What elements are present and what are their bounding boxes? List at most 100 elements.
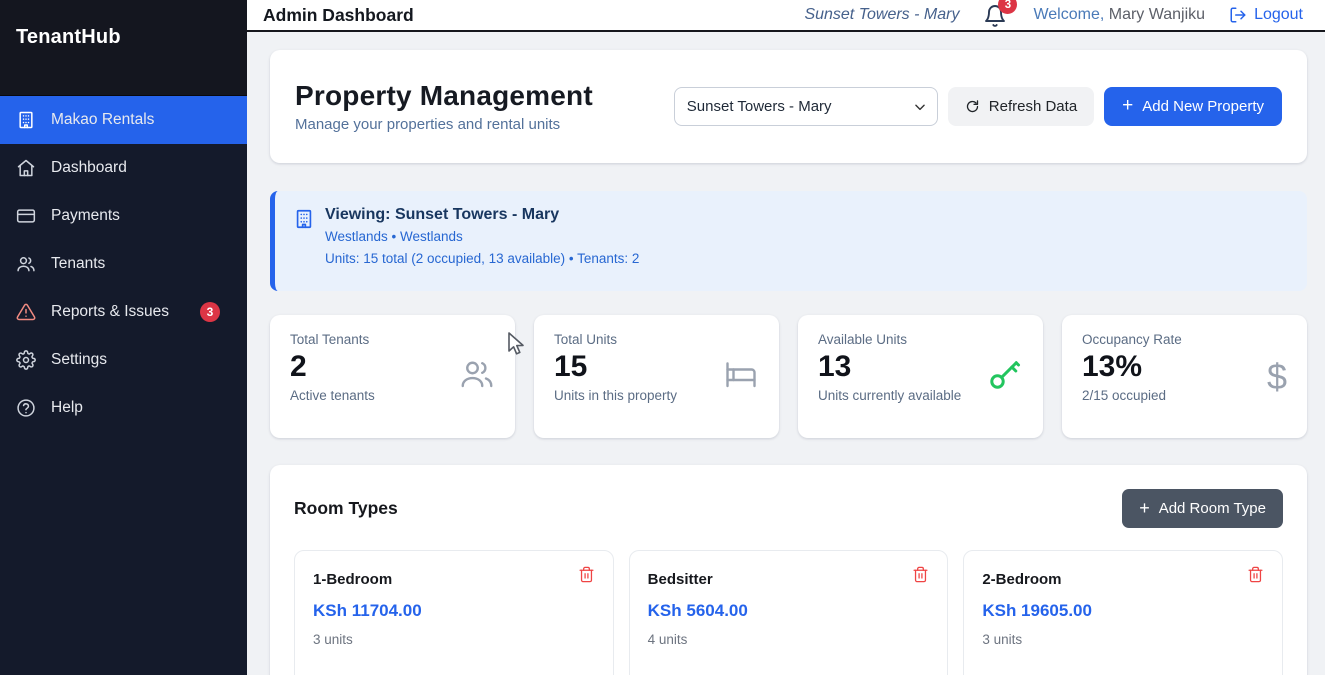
sidebar-item-dashboard[interactable]: Dashboard — [0, 144, 247, 192]
room-type-units: 3 units — [313, 632, 595, 647]
sidebar-item-label: Help — [51, 399, 83, 417]
credit-card-icon — [16, 206, 36, 226]
banner-text-block: Viewing: Sunset Towers - Mary Westlands … — [325, 206, 639, 266]
room-type-card-1-bedroom: 1-Bedroom KSh 11704.00 3 units — [294, 550, 614, 675]
room-type-units: 3 units — [982, 632, 1264, 647]
stat-label: Available Units — [818, 332, 961, 347]
sidebar: TenantHub Makao Rentals Dashboard — [0, 0, 247, 675]
topbar-right: Sunset Towers - Mary 3 Welcome, Mary Wan… — [804, 0, 1303, 30]
room-type-price: KSh 11704.00 — [313, 601, 595, 621]
alert-triangle-icon — [16, 302, 36, 322]
welcome-label: Welcome, — [1033, 6, 1104, 23]
sidebar-item-settings[interactable]: Settings — [0, 336, 247, 384]
key-icon — [987, 356, 1023, 397]
stat-value: 2 — [290, 350, 375, 384]
sidebar-item-makao-rentals[interactable]: Makao Rentals — [0, 96, 247, 144]
room-type-grid: 1-Bedroom KSh 11704.00 3 units Bedsitter — [294, 550, 1283, 675]
stat-label: Total Units — [554, 332, 677, 347]
stat-sublabel: Units currently available — [818, 388, 961, 403]
sidebar-nav: Makao Rentals Dashboard Payments — [0, 96, 247, 432]
brand-header: TenantHub — [0, 0, 247, 96]
sidebar-item-help[interactable]: Help — [0, 384, 247, 432]
stat-sublabel: 2/15 occupied — [1082, 388, 1182, 403]
banner-units-summary: Units: 15 total (2 occupied, 13 availabl… — [325, 251, 639, 266]
stat-label: Occupancy Rate — [1082, 332, 1182, 347]
stat-text: Available Units 13 Units currently avail… — [818, 332, 961, 421]
banner-title: Viewing: Sunset Towers - Mary — [325, 206, 639, 224]
stat-sublabel: Units in this property — [554, 388, 677, 403]
stat-card-occupancy-rate: Occupancy Rate 13% 2/15 occupied $ — [1062, 315, 1307, 438]
section-title: Property Management — [295, 80, 593, 112]
stats-row: Total Tenants 2 Active tenants Total Uni… — [270, 315, 1307, 438]
sidebar-item-label: Reports & Issues — [51, 303, 169, 321]
delete-room-type-button[interactable] — [912, 566, 929, 588]
room-type-units: 4 units — [648, 632, 930, 647]
add-room-type-button[interactable]: + Add Room Type — [1122, 489, 1283, 528]
stat-value: 15 — [554, 350, 677, 384]
sidebar-item-payments[interactable]: Payments — [0, 192, 247, 240]
stat-value: 13 — [818, 350, 961, 384]
home-icon — [16, 158, 36, 178]
page-title: Admin Dashboard — [263, 5, 414, 26]
user-name: Mary Wanjiku — [1109, 6, 1205, 23]
add-new-property-button[interactable]: + Add New Property — [1104, 87, 1282, 126]
reports-badge: 3 — [200, 302, 220, 322]
section-subtitle: Manage your properties and rental units — [295, 116, 593, 133]
stat-label: Total Tenants — [290, 332, 375, 347]
users-icon — [16, 254, 36, 274]
room-type-price: KSh 19605.00 — [982, 601, 1264, 621]
plus-icon: + — [1122, 96, 1133, 115]
plus-icon: + — [1139, 499, 1150, 517]
help-circle-icon — [16, 398, 36, 418]
sidebar-item-label: Makao Rentals — [51, 111, 154, 129]
property-select[interactable]: Sunset Towers - Mary — [674, 87, 938, 126]
viewing-banner: Viewing: Sunset Towers - Mary Westlands … — [270, 191, 1307, 291]
main-area: Admin Dashboard Sunset Towers - Mary 3 W… — [247, 0, 1325, 675]
room-type-name: 1-Bedroom — [313, 571, 392, 588]
room-type-name: Bedsitter — [648, 571, 713, 588]
stat-text: Total Tenants 2 Active tenants — [290, 332, 375, 421]
delete-room-type-button[interactable] — [578, 566, 595, 588]
stat-text: Occupancy Rate 13% 2/15 occupied — [1082, 332, 1182, 421]
logout-icon — [1229, 6, 1247, 24]
content: Property Management Manage your properti… — [247, 32, 1325, 675]
trash-icon — [912, 566, 929, 583]
refresh-data-button[interactable]: Refresh Data — [948, 87, 1094, 126]
sidebar-item-label: Tenants — [51, 255, 105, 273]
delete-room-type-button[interactable] — [1247, 566, 1264, 588]
app-window: TenantHub Makao Rentals Dashboard — [0, 0, 1325, 675]
add-room-type-label: Add Room Type — [1159, 500, 1266, 517]
gear-icon — [16, 350, 36, 370]
brand-logo-text: TenantHub — [16, 26, 231, 49]
refresh-icon — [965, 99, 980, 114]
users-icon — [459, 356, 495, 397]
sidebar-item-label: Settings — [51, 351, 107, 369]
property-select-wrap: Sunset Towers - Mary — [674, 87, 938, 126]
sidebar-item-tenants[interactable]: Tenants — [0, 240, 247, 288]
sidebar-item-label: Payments — [51, 207, 120, 225]
sidebar-item-label: Dashboard — [51, 159, 127, 177]
room-types-title: Room Types — [294, 498, 398, 519]
room-type-card-bedsitter: Bedsitter KSh 5604.00 4 units — [629, 550, 949, 675]
building-icon — [293, 208, 315, 230]
stat-sublabel: Active tenants — [290, 388, 375, 403]
bed-icon — [723, 356, 759, 397]
stat-text: Total Units 15 Units in this property — [554, 332, 677, 421]
banner-location: Westlands • Westlands — [325, 229, 639, 244]
property-management-header-card: Property Management Manage your properti… — [270, 50, 1307, 163]
room-types-header: Room Types + Add Room Type — [294, 489, 1283, 528]
trash-icon — [1247, 566, 1264, 583]
room-type-card-2-bedroom: 2-Bedroom KSh 19605.00 3 units — [963, 550, 1283, 675]
dollar-icon: $ — [1267, 359, 1287, 395]
notifications-button[interactable]: 3 — [983, 4, 1009, 30]
add-property-label: Add New Property — [1142, 98, 1264, 115]
building-icon — [16, 110, 36, 130]
sidebar-item-reports-issues[interactable]: Reports & Issues 3 — [0, 288, 247, 336]
logout-label: Logout — [1254, 6, 1303, 24]
logout-button[interactable]: Logout — [1229, 6, 1303, 24]
stat-card-available-units: Available Units 13 Units currently avail… — [798, 315, 1043, 438]
room-type-name: 2-Bedroom — [982, 571, 1061, 588]
trash-icon — [578, 566, 595, 583]
room-type-price: KSh 5604.00 — [648, 601, 930, 621]
topbar: Admin Dashboard Sunset Towers - Mary 3 W… — [247, 0, 1325, 32]
